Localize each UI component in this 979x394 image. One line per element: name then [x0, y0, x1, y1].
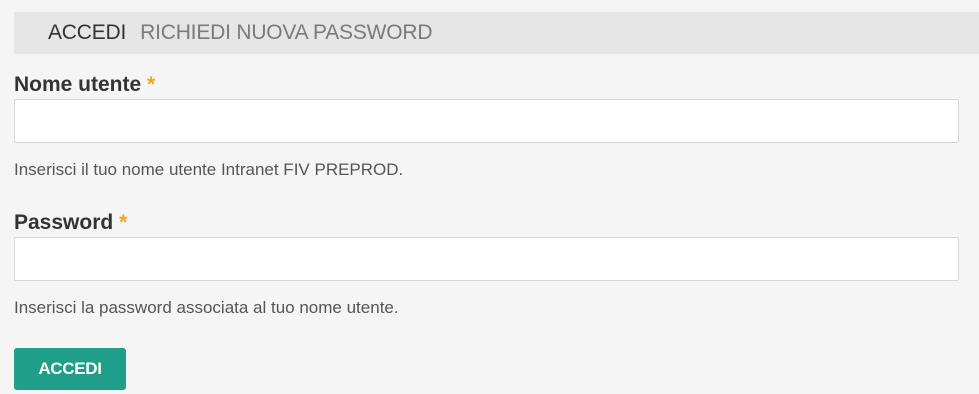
- required-marker: *: [147, 73, 156, 96]
- username-help: Inserisci il tuo nome utente Intranet FI…: [14, 160, 404, 179]
- login-page: ACCEDI RICHIEDI NUOVA PASSWORD Nome uten…: [0, 0, 979, 394]
- password-help: Inserisci la password associata al tuo n…: [14, 298, 399, 317]
- tab-login[interactable]: ACCEDI: [48, 21, 126, 45]
- username-input[interactable]: [14, 99, 959, 143]
- tab-bar: ACCEDI RICHIEDI NUOVA PASSWORD: [14, 12, 979, 54]
- password-label-text: Password: [14, 211, 114, 234]
- login-button[interactable]: ACCEDI: [14, 348, 126, 390]
- tab-reset-password[interactable]: RICHIEDI NUOVA PASSWORD: [140, 21, 432, 45]
- username-label: Nome utente *: [14, 73, 155, 97]
- password-input[interactable]: [14, 237, 959, 281]
- required-marker: *: [119, 211, 128, 234]
- username-label-text: Nome utente: [14, 73, 142, 96]
- password-label: Password *: [14, 211, 127, 235]
